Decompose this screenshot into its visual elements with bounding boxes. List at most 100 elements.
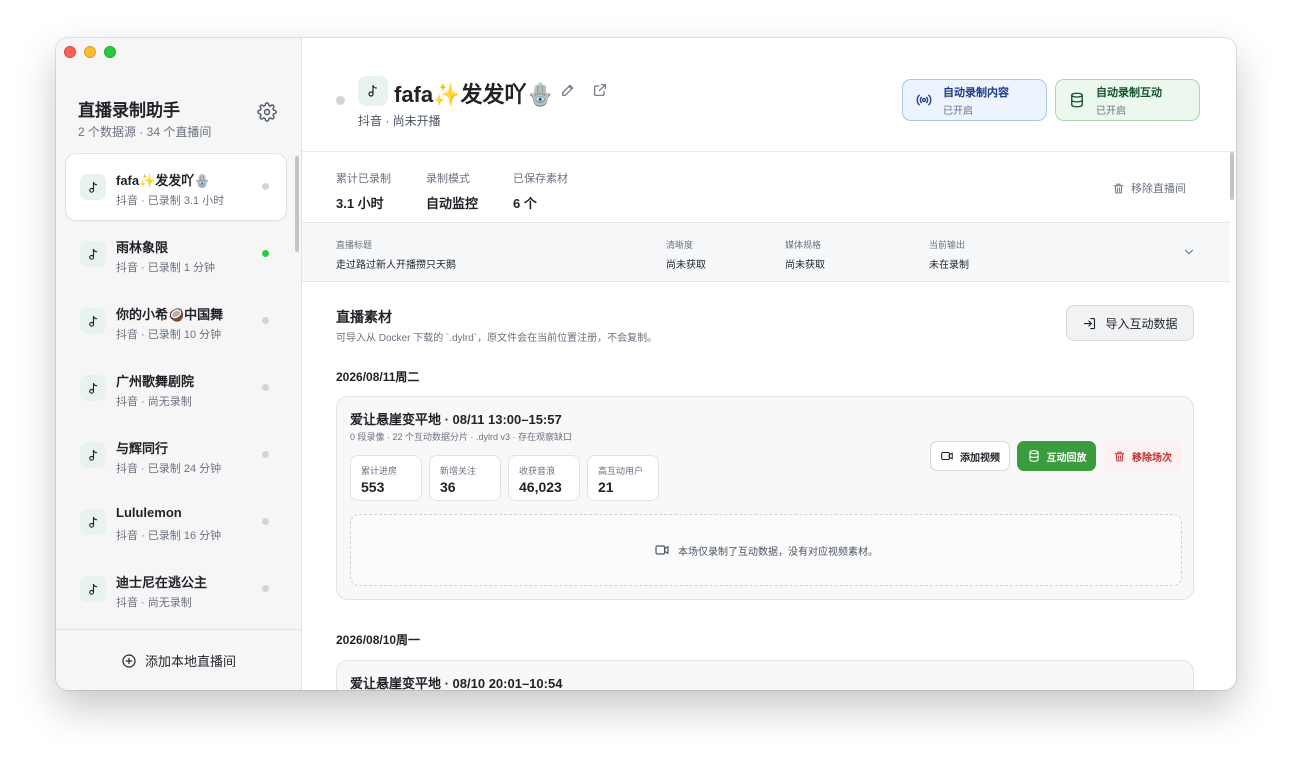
info-stream-title: 直播标题 走过路过新人开播攒只天鹅 <box>336 238 456 271</box>
import-icon <box>1084 317 1096 329</box>
main-scrollbar[interactable] <box>1230 152 1234 200</box>
sidebar-room-item[interactable]: 广州歌舞剧院 抖音 · 尚无录制 <box>66 355 286 421</box>
info-label: 当前输出 <box>929 240 966 250</box>
sidebar-room-item[interactable]: 雨林象限 抖音 · 已录制 1 分钟 <box>66 221 286 287</box>
remove-room-button[interactable]: 移除直播间 <box>1112 180 1186 196</box>
music-note-icon <box>88 516 97 528</box>
add-local-room-label: 添加本地直播间 <box>145 654 237 669</box>
room-avatar <box>358 76 388 106</box>
stat-value: 自动监控 <box>426 196 479 211</box>
room-status-dot <box>262 451 269 458</box>
session-card: 爱让悬崖变平地 · 08/10 20:01–10:54 <box>336 660 1194 690</box>
zoom-window-button[interactable] <box>104 46 116 58</box>
database-icon <box>1028 450 1039 462</box>
room-status-dot <box>262 384 269 391</box>
room-name: fafa✨发发吖🪬 <box>116 173 211 188</box>
interaction-replay-button[interactable]: 互动回放 <box>1017 441 1096 471</box>
window-controls <box>64 46 116 58</box>
pencil-icon[interactable] <box>560 82 576 98</box>
auto-record-interact-toggle[interactable]: 自动录制互动 已开启 <box>1055 79 1200 121</box>
info-value: 走过路过新人开播攒只天鹅 <box>336 260 456 271</box>
info-value: 未在录制 <box>929 260 969 271</box>
room-status-dot <box>336 96 345 105</box>
room-name: 你的小希🥥中国舞 <box>116 307 224 322</box>
sidebar-room-item[interactable]: Lululemon 抖音 · 已录制 16 分钟 <box>66 489 286 555</box>
room-avatar <box>80 241 106 267</box>
empty-video-text: 本场仅录制了互动数据，没有对应视频素材。 <box>678 546 878 558</box>
info-value: 尚未获取 <box>785 260 825 271</box>
room-status-dot <box>262 585 269 592</box>
add-local-room-button[interactable]: 添加本地直播间 <box>121 651 236 670</box>
plus-circle-icon <box>122 653 136 668</box>
sidebar-footer: 添加本地直播间 <box>56 629 301 690</box>
trash-icon <box>1113 183 1124 193</box>
session-stat-value: 553 <box>361 479 385 495</box>
sidebar-room-item[interactable]: 与辉同行抖音 · 已录制 24 分钟 <box>66 422 286 488</box>
session-stat-value: 21 <box>598 479 614 495</box>
room-status-dot <box>262 317 269 324</box>
room-name: 广州歌舞剧院 <box>116 374 195 389</box>
music-note-icon <box>88 181 97 193</box>
materials-subtitle: 可导入从 Docker 下载的 `.dylrd`，原文件会在当前位置注册，不会复… <box>336 333 658 344</box>
room-meta: 抖音 · 已录制 10 分钟 <box>116 329 222 341</box>
video-icon <box>655 545 669 555</box>
import-interaction-label: 导入互动数据 <box>1105 316 1178 331</box>
session-stat: 高互动用户 21 <box>587 455 659 501</box>
auto-record-content-toggle[interactable]: 自动录制内容 已开启 <box>902 79 1047 121</box>
auto-record-content-status: 已开启 <box>943 105 973 117</box>
room-meta: 抖音 · 已录制 1 分钟 <box>116 262 216 274</box>
app-subtitle: 2 个数据源 · 34 个直播间 <box>78 125 212 139</box>
room-avatar <box>80 509 106 535</box>
session-meta: 0 段录像 · 22 个互动数据分片 · .dylrd v3 · 存在观察缺口 <box>350 432 573 442</box>
room-stats: 累计已录制 3.1 小时 录制模式 自动监控 已保存素材 6 个 移除直播间 <box>302 152 1236 222</box>
room-avatar <box>80 375 106 401</box>
sidebar-room-item[interactable]: 你的小希🥥中国舞 抖音 · 已录制 10 分钟 <box>66 288 286 354</box>
external-link-icon[interactable] <box>592 82 608 98</box>
stat-value: 6 个 <box>513 196 537 211</box>
chevron-down-icon[interactable] <box>1182 245 1196 259</box>
music-note-icon <box>88 315 97 327</box>
session-stat-label: 高互动用户 <box>598 466 644 476</box>
info-quality: 清晰度 尚未获取 <box>666 238 706 271</box>
session-title: 爱让悬崖变平地 · 08/10 20:01–10:54 <box>350 676 563 690</box>
add-video-button[interactable]: 添加视频 <box>930 441 1010 471</box>
session-date: 2026/08/11周二 <box>336 370 420 384</box>
info-value: 尚未获取 <box>666 260 706 271</box>
session-stat: 累计进房 553 <box>350 455 422 501</box>
import-interaction-button[interactable]: 导入互动数据 <box>1066 305 1194 341</box>
session-stat-value: 46,023 <box>519 479 562 495</box>
broadcast-icon <box>916 94 932 106</box>
close-window-button[interactable] <box>64 46 76 58</box>
stat-saved: 已保存素材 6 个 <box>513 170 568 212</box>
materials-title: 直播素材 <box>336 309 392 325</box>
gear-icon[interactable] <box>257 102 277 122</box>
room-title: fafa✨发发吖🪬 <box>394 82 554 107</box>
empty-video-placeholder: 本场仅录制了互动数据，没有对应视频素材。 <box>350 514 1182 586</box>
info-label: 清晰度 <box>666 240 694 250</box>
session-card: 爱让悬崖变平地 · 08/11 13:00–15:57 0 段录像 · 22 个… <box>336 396 1194 600</box>
session-stat: 新增关注 36 <box>429 455 501 501</box>
room-name: 迪士尼在逃公主 <box>116 575 208 590</box>
remove-session-button[interactable]: 移除场次 <box>1103 441 1182 471</box>
app-window: 直播录制助手 2 个数据源 · 34 个直播间 fafa✨发发吖🪬 抖音 · 已录… <box>56 38 1236 690</box>
room-status-dot <box>262 183 269 190</box>
remove-room-label: 移除直播间 <box>1131 183 1186 195</box>
music-note-icon <box>88 382 97 394</box>
sidebar-room-item[interactable]: fafa✨发发吖🪬 抖音 · 已录制 3.1 小时 <box>66 154 286 220</box>
minimize-window-button[interactable] <box>84 46 96 58</box>
room-avatar <box>80 174 106 200</box>
sidebar-room-item[interactable]: 迪士尼在逃公主 抖音 · 尚无录制 <box>66 556 286 622</box>
room-meta: 抖音 · 尚无录制 <box>116 597 192 609</box>
room-name: 与辉同行 <box>116 441 169 456</box>
stream-info-bar[interactable]: 直播标题 走过路过新人开播攒只天鹅 清晰度 尚未获取 媒体规格 尚未获取 当前输… <box>302 222 1230 282</box>
session-stat-label: 累计进房 <box>361 466 398 476</box>
room-avatar <box>80 576 106 602</box>
room-subtitle: 抖音 · 尚未开播 <box>358 114 441 128</box>
room-meta: 抖音 · 已录制 24 分钟 <box>116 463 222 475</box>
sidebar-scrollbar[interactable] <box>295 156 299 252</box>
session-stat-label: 新增关注 <box>440 466 477 476</box>
room-name: Lululemon <box>116 505 182 520</box>
session-stat-label: 收获音浪 <box>519 466 556 476</box>
info-label: 直播标题 <box>336 240 373 250</box>
stat-label: 已保存素材 <box>513 173 568 185</box>
